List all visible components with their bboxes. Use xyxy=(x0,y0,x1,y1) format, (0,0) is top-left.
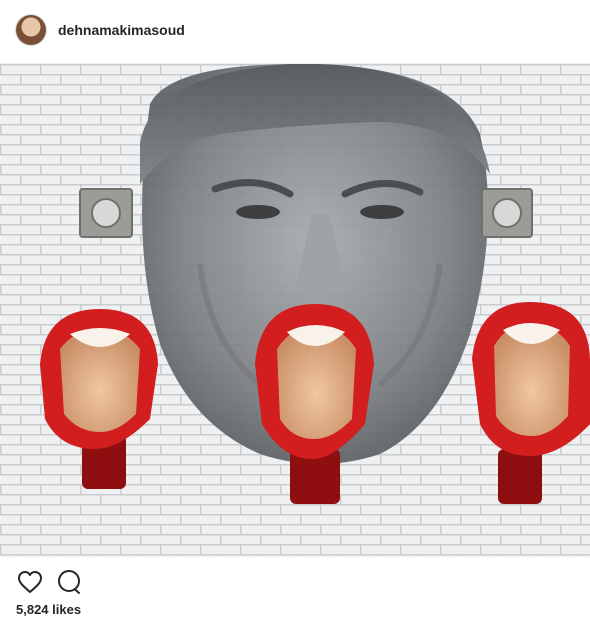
instagram-post: dehnamakimasoud 5,824 likes xyxy=(0,0,590,622)
comment-icon[interactable] xyxy=(55,568,83,596)
post-actions xyxy=(0,568,590,596)
post-image[interactable] xyxy=(0,63,590,557)
heart-icon[interactable] xyxy=(16,568,44,596)
post-image-illustration xyxy=(0,64,590,556)
avatar[interactable] xyxy=(16,15,46,45)
flush-plate-right xyxy=(481,188,533,238)
post-header: dehnamakimasoud xyxy=(0,0,590,62)
likes-count[interactable]: 5,824 likes xyxy=(16,602,81,617)
username[interactable]: dehnamakimasoud xyxy=(58,22,185,38)
flush-plate-left xyxy=(79,188,133,238)
